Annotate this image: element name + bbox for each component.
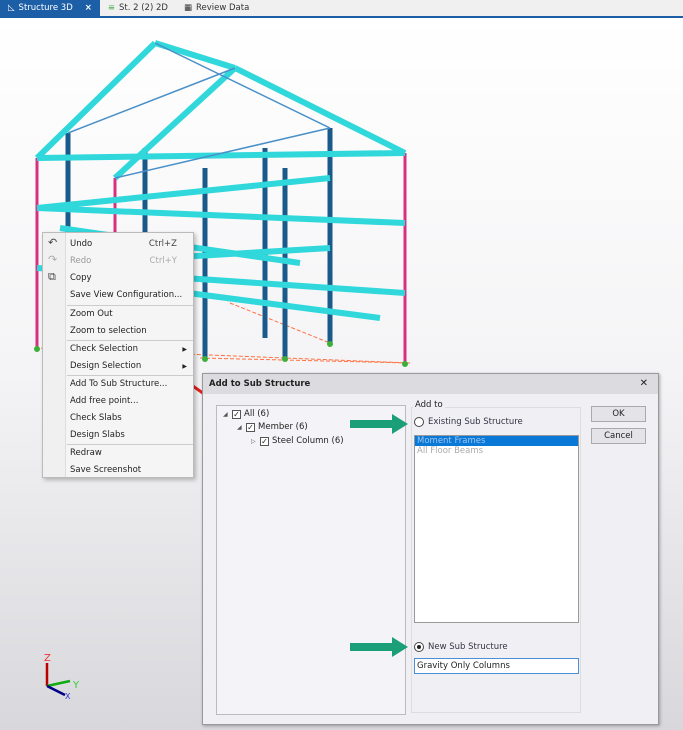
list-item[interactable]: Moment Frames bbox=[415, 436, 578, 446]
tab-st2-2d[interactable]: ≡ St. 2 (2) 2D bbox=[100, 0, 176, 16]
selection-tree: ◢ ✓ All (6) ◢ ✓ Member (6) ▷ ✓ Steel Column (6… bbox=[216, 405, 406, 715]
context-menu: ↶ ↷ ⧉ Undo Ctrl+Z Redo Ctrl+Y Copy Save Vi… bbox=[42, 232, 194, 478]
dialog-title: Add to Sub Structure bbox=[203, 374, 658, 394]
checkbox-member[interactable]: ✓ bbox=[246, 422, 255, 432]
submenu-arrow-icon: ▶ bbox=[182, 345, 187, 353]
checkbox-all[interactable]: ✓ bbox=[232, 409, 241, 419]
menu-item-design-slabs[interactable]: Design Slabs bbox=[67, 427, 193, 443]
existing-sub-structure-radio[interactable]: Existing Sub Structure bbox=[414, 417, 523, 427]
tab-review-data[interactable]: ▦ Review Data bbox=[176, 0, 257, 16]
tree-node-all[interactable]: ◢ ✓ All (6) bbox=[223, 409, 269, 419]
menu-item-redo[interactable]: Redo Ctrl+Y bbox=[67, 253, 193, 269]
checkbox-steel-column[interactable]: ✓ bbox=[260, 436, 269, 446]
cancel-button[interactable]: Cancel bbox=[591, 428, 646, 444]
menu-item-zoom-selection[interactable]: Zoom to selection bbox=[67, 323, 193, 339]
menu-item-zoom-out[interactable]: Zoom Out bbox=[67, 306, 193, 322]
table-icon: ▦ bbox=[183, 3, 192, 13]
tree-node-member[interactable]: ◢ ✓ Member (6) bbox=[237, 422, 308, 432]
redo-icon: ↷ bbox=[48, 253, 58, 266]
group-label: Add to bbox=[413, 400, 445, 410]
structure-icon: ◺ bbox=[8, 3, 15, 13]
new-sub-structure-radio[interactable]: New Sub Structure bbox=[414, 642, 508, 652]
list-item[interactable]: All Floor Beams bbox=[415, 446, 578, 456]
menu-item-add-to-sub-structure[interactable]: Add To Sub Structure... bbox=[67, 376, 193, 392]
new-sub-structure-input[interactable]: Gravity Only Columns bbox=[414, 658, 579, 674]
menu-item-check-selection[interactable]: Check Selection ▶ bbox=[67, 341, 193, 357]
ok-button[interactable]: OK bbox=[591, 406, 646, 422]
menu-item-design-selection[interactable]: Design Selection ▶ bbox=[67, 358, 193, 374]
menu-item-copy[interactable]: Copy bbox=[67, 270, 193, 286]
menu-item-add-free-point[interactable]: Add free point... bbox=[67, 393, 193, 409]
close-tab-icon[interactable]: × bbox=[85, 3, 92, 13]
menu-item-redraw[interactable]: Redraw bbox=[67, 445, 193, 461]
menu-item-save-view[interactable]: Save View Configuration... bbox=[67, 287, 193, 303]
tab-bar: ◺ Structure 3D × ≡ St. 2 (2) 2D ▦ Review Dat… bbox=[0, 0, 683, 18]
menu-item-save-screenshot[interactable]: Save Screenshot bbox=[67, 462, 193, 478]
close-icon[interactable]: ✕ bbox=[640, 378, 648, 389]
tree-node-steel-column[interactable]: ▷ ✓ Steel Column (6) bbox=[251, 436, 344, 446]
axis-x-label: X bbox=[65, 692, 71, 701]
menu-item-undo[interactable]: Undo Ctrl+Z bbox=[67, 236, 193, 252]
existing-sub-structure-list[interactable]: Moment Frames All Floor Beams bbox=[414, 435, 579, 623]
undo-icon: ↶ bbox=[48, 236, 58, 249]
axis-y-label: Y bbox=[72, 680, 80, 691]
copy-icon: ⧉ bbox=[48, 270, 56, 283]
axis-triad: Z Y X bbox=[44, 653, 80, 701]
add-to-sub-structure-dialog: Add to Sub Structure ✕ ◢ ✓ All (6) ◢ ✓ Membe… bbox=[202, 373, 659, 725]
tab-structure-3d[interactable]: ◺ Structure 3D × bbox=[0, 0, 100, 16]
axis-z-label: Z bbox=[44, 653, 51, 664]
submenu-arrow-icon: ▶ bbox=[182, 362, 187, 370]
menu-item-check-slabs[interactable]: Check Slabs bbox=[67, 410, 193, 426]
plan-icon: ≡ bbox=[107, 3, 115, 13]
